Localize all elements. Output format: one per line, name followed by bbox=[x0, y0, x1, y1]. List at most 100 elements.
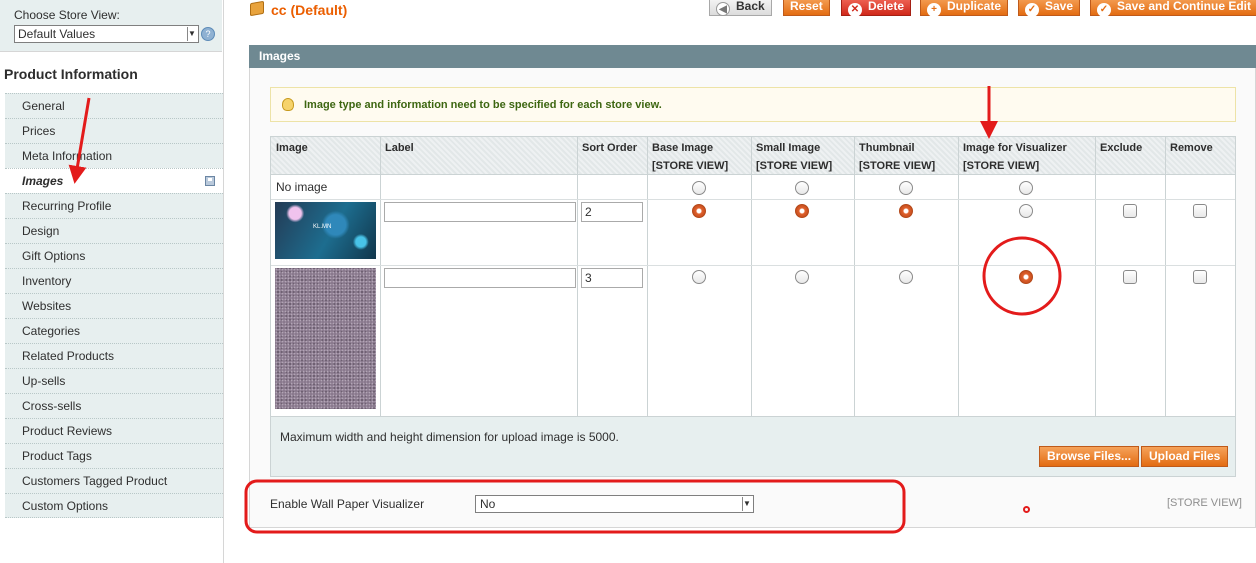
column-header-label: Label bbox=[385, 142, 414, 154]
upload-files-button[interactable]: Upload Files bbox=[1141, 446, 1229, 467]
dropdown-arrow-icon: ▼ bbox=[187, 27, 196, 41]
thumbnail-radio[interactable] bbox=[899, 270, 913, 284]
no-image-visualizer-radio[interactable] bbox=[1019, 181, 1033, 195]
no-image-small-radio[interactable] bbox=[795, 181, 809, 195]
sidebar-item-categories[interactable]: Categories bbox=[5, 318, 223, 343]
plus-icon: + bbox=[927, 3, 941, 17]
sidebar-item-label: General bbox=[22, 99, 65, 113]
back-button[interactable]: ◀ Back bbox=[709, 0, 772, 16]
image-label-input[interactable] bbox=[384, 268, 576, 288]
small-image-radio[interactable] bbox=[795, 204, 809, 218]
check-icon: ✓ bbox=[1097, 3, 1111, 17]
sidebar-item-prices[interactable]: Prices bbox=[5, 118, 223, 143]
sidebar-item-up-sells[interactable]: Up-sells bbox=[5, 368, 223, 393]
delete-button[interactable]: ✕ Delete bbox=[841, 0, 912, 17]
sidebar-item-label: Custom Options bbox=[22, 499, 109, 513]
upload-bar: Maximum width and height dimension for u… bbox=[270, 417, 1236, 477]
upload-note: Maximum width and height dimension for u… bbox=[280, 430, 619, 444]
store-view-select[interactable]: Default Values ▼ bbox=[14, 25, 199, 43]
save-button[interactable]: ✓ Save bbox=[1018, 0, 1081, 17]
store-view-scope: [STORE VIEW] bbox=[963, 160, 1040, 172]
visualizer-radio[interactable] bbox=[1019, 204, 1033, 218]
back-arrow-icon: ◀ bbox=[716, 2, 730, 16]
sidebar-item-cross-sells[interactable]: Cross-sells bbox=[5, 393, 223, 418]
store-switcher-label: Choose Store View: bbox=[14, 8, 120, 22]
store-view-value: Default Values bbox=[18, 27, 96, 41]
column-divider bbox=[647, 137, 648, 416]
sidebar-item-label: Customers Tagged Product bbox=[22, 474, 168, 488]
no-image-label: No image bbox=[276, 180, 328, 194]
sidebar-item-label: Categories bbox=[22, 324, 81, 338]
duplicate-button[interactable]: + Duplicate bbox=[920, 0, 1009, 17]
column-divider bbox=[854, 137, 855, 416]
table-header bbox=[271, 137, 1235, 175]
browse-files-button[interactable]: Browse Files... bbox=[1039, 446, 1140, 467]
delete-button-label: Delete bbox=[868, 0, 905, 13]
column-header-visualizer: Image for Visualizer bbox=[963, 142, 1067, 154]
sidebar-tabs: General Prices Meta Information Images R… bbox=[5, 93, 223, 518]
image-label-input[interactable] bbox=[384, 202, 576, 222]
no-image-thumbnail-radio[interactable] bbox=[899, 181, 913, 195]
sidebar-item-label: Meta Information bbox=[22, 149, 113, 163]
save-button-label: Save bbox=[1045, 0, 1074, 13]
save-continue-button-label: Save and Continue Edit bbox=[1117, 0, 1252, 13]
notice-text: Image type and information need to be sp… bbox=[304, 99, 662, 111]
annotation-dot bbox=[1023, 506, 1030, 513]
sidebar-item-label: Websites bbox=[22, 299, 72, 313]
exclude-checkbox[interactable] bbox=[1123, 204, 1137, 218]
sidebar-item-general[interactable]: General bbox=[5, 93, 223, 118]
row-divider bbox=[271, 265, 1235, 266]
help-icon[interactable]: ? bbox=[201, 27, 215, 41]
row-divider bbox=[271, 199, 1235, 200]
sidebar-item-product-reviews[interactable]: Product Reviews bbox=[5, 418, 223, 443]
column-header-exclude: Exclude bbox=[1100, 142, 1143, 154]
no-image-base-radio[interactable] bbox=[692, 181, 706, 195]
admin-page: Choose Store View: Default Values ▼ ? Pr… bbox=[0, 0, 1256, 563]
store-view-scope: [STORE VIEW] bbox=[652, 160, 729, 172]
sidebar-item-label: Recurring Profile bbox=[22, 199, 112, 213]
column-header-sort-order: Sort Order bbox=[582, 142, 638, 154]
sidebar-item-websites[interactable]: Websites bbox=[5, 293, 223, 318]
sidebar-item-related-products[interactable]: Related Products bbox=[5, 343, 223, 368]
sidebar-item-label: Product Reviews bbox=[22, 424, 113, 438]
sidebar-item-product-tags[interactable]: Product Tags bbox=[5, 443, 223, 468]
back-button-label: Back bbox=[736, 0, 765, 13]
sidebar-item-custom-options[interactable]: Custom Options bbox=[5, 493, 223, 518]
visualizer-radio[interactable] bbox=[1019, 270, 1033, 284]
base-image-radio[interactable] bbox=[692, 204, 706, 218]
wallpaper-visualizer-label: Enable Wall Paper Visualizer bbox=[270, 497, 425, 511]
product-image-thumbnail: KL.MN bbox=[275, 202, 376, 259]
remove-checkbox[interactable] bbox=[1193, 270, 1207, 284]
column-header-thumbnail: Thumbnail bbox=[859, 142, 915, 154]
store-switcher: Choose Store View: Default Values ▼ ? bbox=[0, 0, 222, 52]
sidebar-item-customers-tagged-product[interactable]: Customers Tagged Product bbox=[5, 468, 223, 493]
base-image-radio[interactable] bbox=[692, 270, 706, 284]
exclude-checkbox[interactable] bbox=[1123, 270, 1137, 284]
column-header-image: Image bbox=[276, 142, 308, 154]
reset-button[interactable]: Reset bbox=[783, 0, 830, 16]
remove-checkbox[interactable] bbox=[1193, 204, 1207, 218]
column-header-small-image: Small Image bbox=[756, 142, 821, 154]
sidebar-item-label: Related Products bbox=[22, 349, 115, 363]
sidebar-item-gift-options[interactable]: Gift Options bbox=[5, 243, 223, 268]
lightbulb-icon bbox=[282, 98, 294, 111]
wallpaper-visualizer-select[interactable]: No ▼ bbox=[475, 495, 754, 513]
column-divider bbox=[751, 137, 752, 416]
sidebar-item-recurring-profile[interactable]: Recurring Profile bbox=[5, 193, 223, 218]
sidebar-item-meta-information[interactable]: Meta Information bbox=[5, 143, 223, 168]
sidebar-title: Product Information bbox=[4, 66, 138, 82]
thumbnail-caption: KL.MN bbox=[313, 224, 332, 230]
column-header-remove: Remove bbox=[1170, 142, 1213, 154]
check-icon: ✓ bbox=[1025, 3, 1039, 17]
sort-order-input[interactable]: 2 bbox=[581, 202, 643, 222]
thumbnail-radio[interactable] bbox=[899, 204, 913, 218]
sidebar-item-design[interactable]: Design bbox=[5, 218, 223, 243]
column-divider bbox=[1095, 137, 1096, 416]
save-continue-button[interactable]: ✓ Save and Continue Edit bbox=[1090, 0, 1256, 17]
store-view-scope: [STORE VIEW] bbox=[756, 160, 833, 172]
small-image-radio[interactable] bbox=[795, 270, 809, 284]
sidebar-item-label: Up-sells bbox=[22, 374, 66, 388]
sidebar-item-images[interactable]: Images bbox=[5, 168, 223, 193]
sidebar-item-inventory[interactable]: Inventory bbox=[5, 268, 223, 293]
sort-order-input[interactable]: 3 bbox=[581, 268, 643, 288]
